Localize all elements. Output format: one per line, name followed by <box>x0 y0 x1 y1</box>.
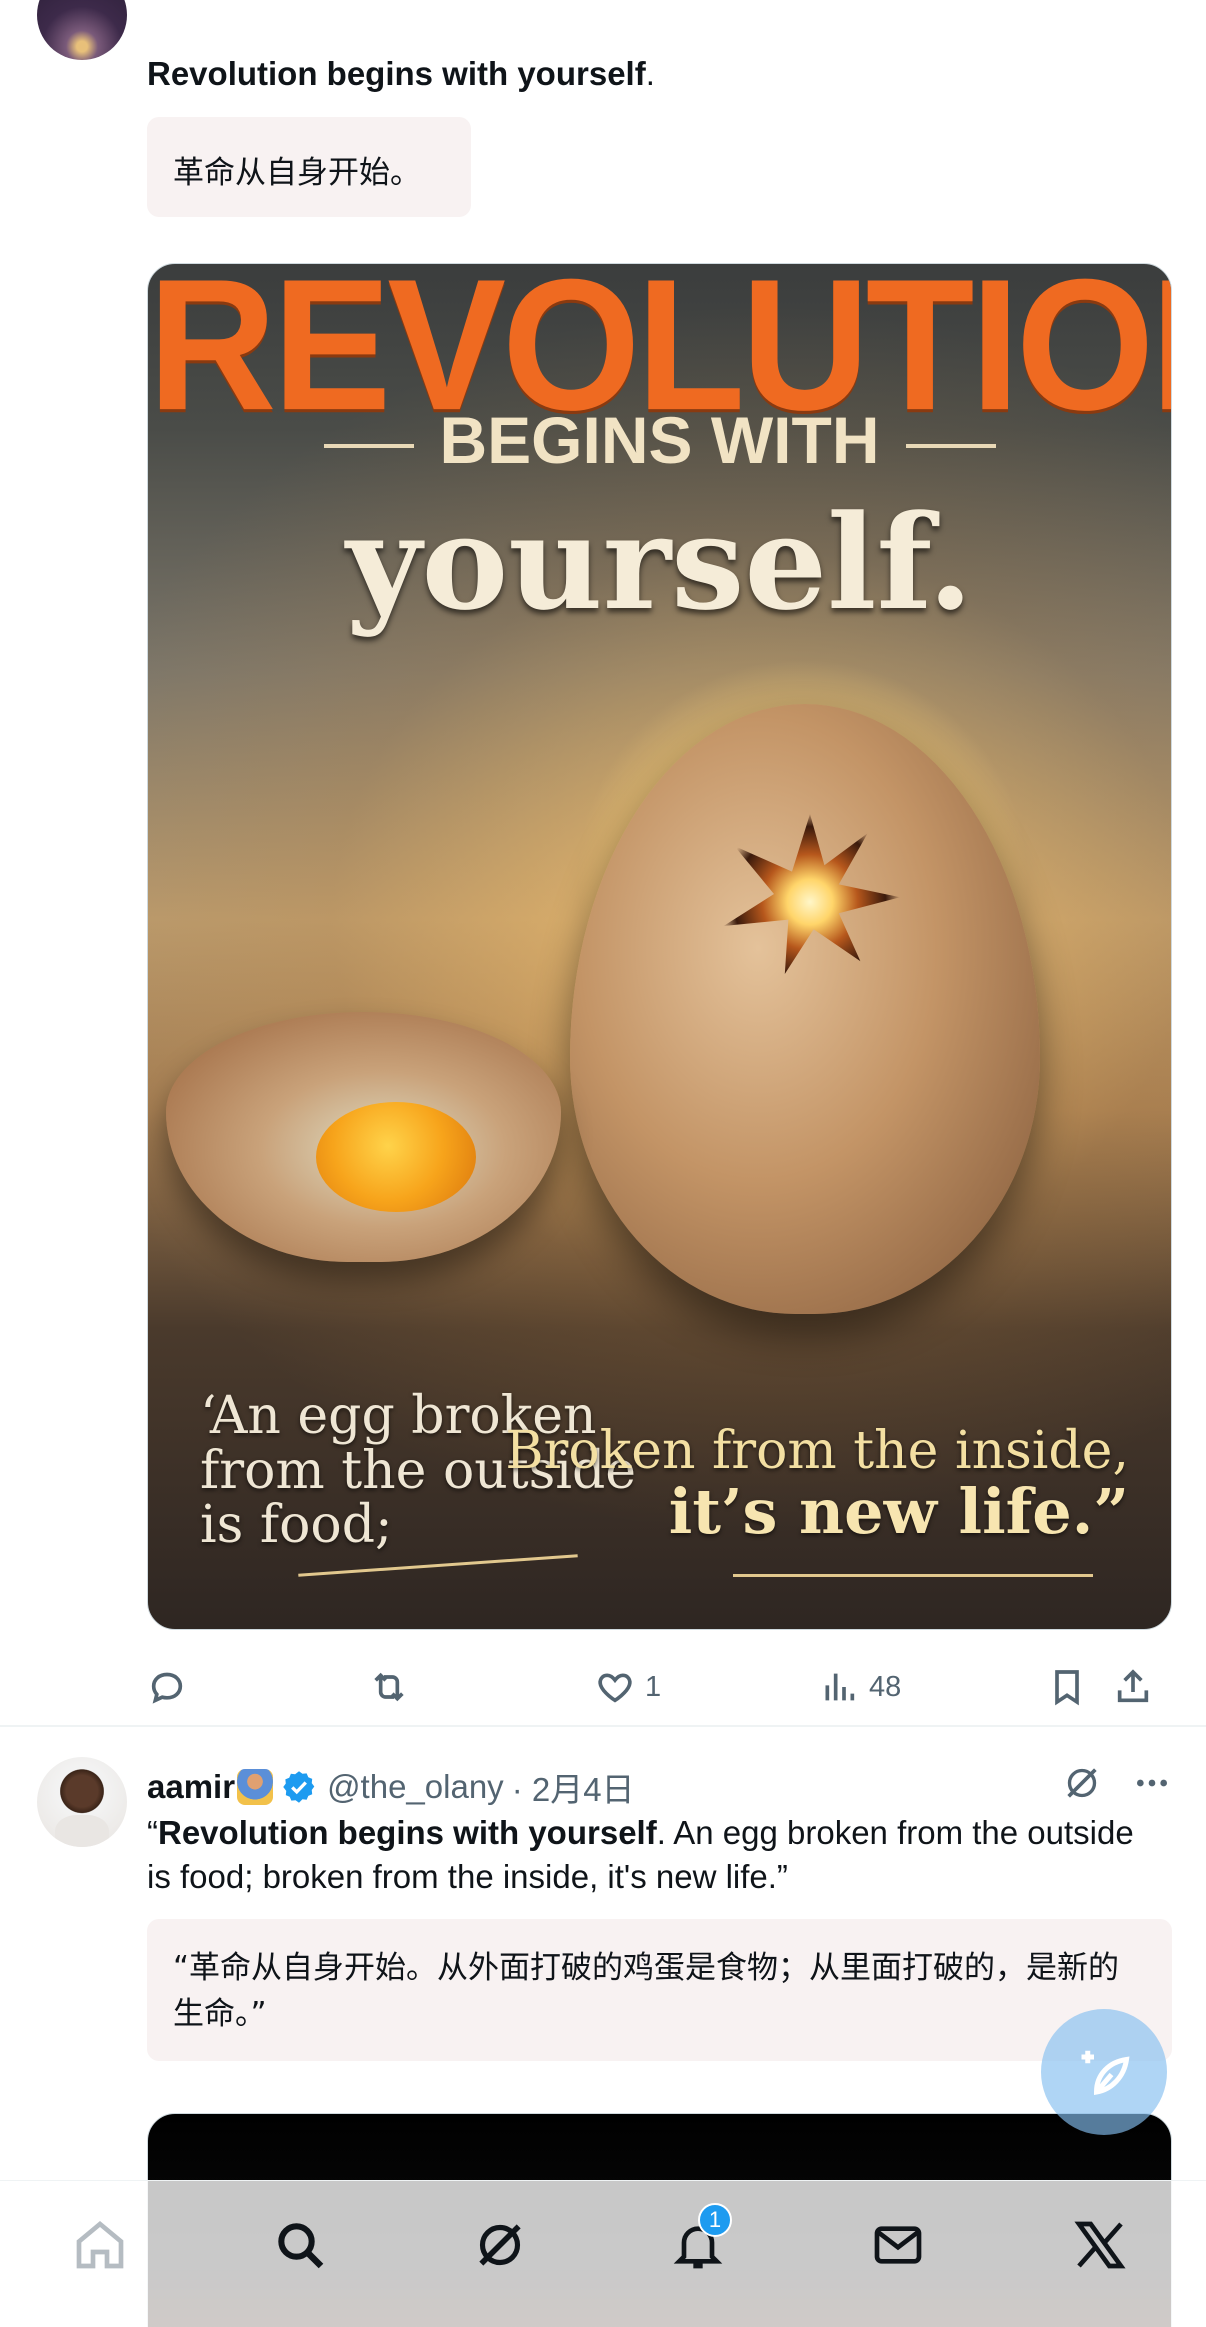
poster-title-begins-text: BEGINS WITH <box>439 403 880 477</box>
tweet-text-dot: . <box>645 55 655 92</box>
compose-button[interactable] <box>1041 2009 1167 2135</box>
compose-feather-icon <box>1081 2050 1130 2095</box>
poster-underline-left <box>298 1554 578 1577</box>
reply-icon <box>151 1672 183 1704</box>
search-icon <box>278 2223 324 2269</box>
nav-grok[interactable] <box>470 2215 530 2275</box>
nav-home[interactable] <box>70 2215 130 2275</box>
views-bar-chart-icon <box>825 1673 855 1701</box>
poster-quote-right: Broken from the inside, it’s new life.” <box>505 1424 1129 1544</box>
egg-crack-light <box>723 814 900 974</box>
person-emoji-icon <box>237 1769 274 1805</box>
poster-quote-right-line: Broken from the inside, <box>505 1421 1129 1481</box>
repost-icon <box>374 1672 404 1702</box>
translation-box: “革命从自身开始。从外面打破的鸡蛋是食物；从里面打破的，是新的生命。” <box>147 1919 1172 2061</box>
bottom-nav: 1 <box>0 2180 1206 2327</box>
egg-yolk <box>316 1102 476 1212</box>
share-icon <box>1117 1669 1149 1703</box>
avatar[interactable] <box>37 1757 127 1847</box>
grok-icon <box>479 2224 521 2266</box>
handle[interactable]: @the_olany <box>327 1768 504 1806</box>
home-icon <box>76 2220 124 2269</box>
grok-icon[interactable] <box>1062 1763 1102 1803</box>
mail-icon <box>874 2226 922 2264</box>
broken-egg-illustration <box>166 1012 561 1262</box>
nav-search[interactable] <box>270 2215 330 2275</box>
like-count: 1 <box>645 1670 662 1703</box>
bookmark-icon <box>1055 1670 1079 1706</box>
x-logo-icon <box>1074 2221 1126 2269</box>
tweet-text-bold: Revolution begins with yourself <box>147 55 646 92</box>
nav-messages[interactable] <box>868 2215 928 2275</box>
repost-button[interactable] <box>369 1667 419 1707</box>
whole-egg-illustration <box>570 704 1040 1314</box>
tweet[interactable]: Revolution begins with yourself. 革命从自身开始… <box>0 0 1206 1727</box>
tweet-text-bold: Revolution begins with yourself <box>158 1814 657 1851</box>
tweet-text: “Revolution begins with yourself. An egg… <box>147 1811 1147 1899</box>
tweet-text-open-quote: “ <box>147 1814 158 1851</box>
nav-x[interactable] <box>1070 2215 1130 2275</box>
poster-title-yourself: yourself. <box>345 486 974 639</box>
display-name[interactable]: aamir <box>147 1768 235 1806</box>
tweet-actions: 1 48 <box>147 1662 1177 1712</box>
share-button[interactable] <box>1113 1667 1153 1707</box>
tweet-date[interactable]: · 2月4日 <box>512 1763 635 1811</box>
views-button[interactable]: 48 <box>819 1667 901 1707</box>
tweet-text: Revolution begins with yourself. <box>147 52 655 96</box>
reply-button[interactable] <box>147 1667 197 1707</box>
tweet-image[interactable]: REVOLUTION BEGINS WITH yourself. ‘An egg… <box>147 263 1172 1630</box>
poster-title-begins: BEGINS WITH <box>148 402 1171 478</box>
verified-badge-icon <box>283 1771 315 1803</box>
poster-underline-right <box>733 1574 1093 1577</box>
tweet-header-actions <box>1062 1763 1172 1803</box>
translation-box: 革命从自身开始。 <box>147 117 471 217</box>
heart-icon <box>598 1673 632 1703</box>
tweet-header: aamir @the_olany · 2月4日 <box>147 1763 635 1811</box>
notification-badge: 1 <box>698 2203 732 2237</box>
bookmark-button[interactable] <box>1047 1667 1087 1707</box>
more-options-icon[interactable] <box>1132 1763 1172 1803</box>
nav-notifications[interactable]: 1 <box>668 2203 732 2275</box>
avatar[interactable] <box>37 0 127 60</box>
poster-quote-right-line: it’s new life.” <box>668 1474 1129 1548</box>
views-count: 48 <box>869 1670 902 1703</box>
like-button[interactable]: 1 <box>595 1667 661 1707</box>
avatar-shirt <box>55 1815 109 1847</box>
